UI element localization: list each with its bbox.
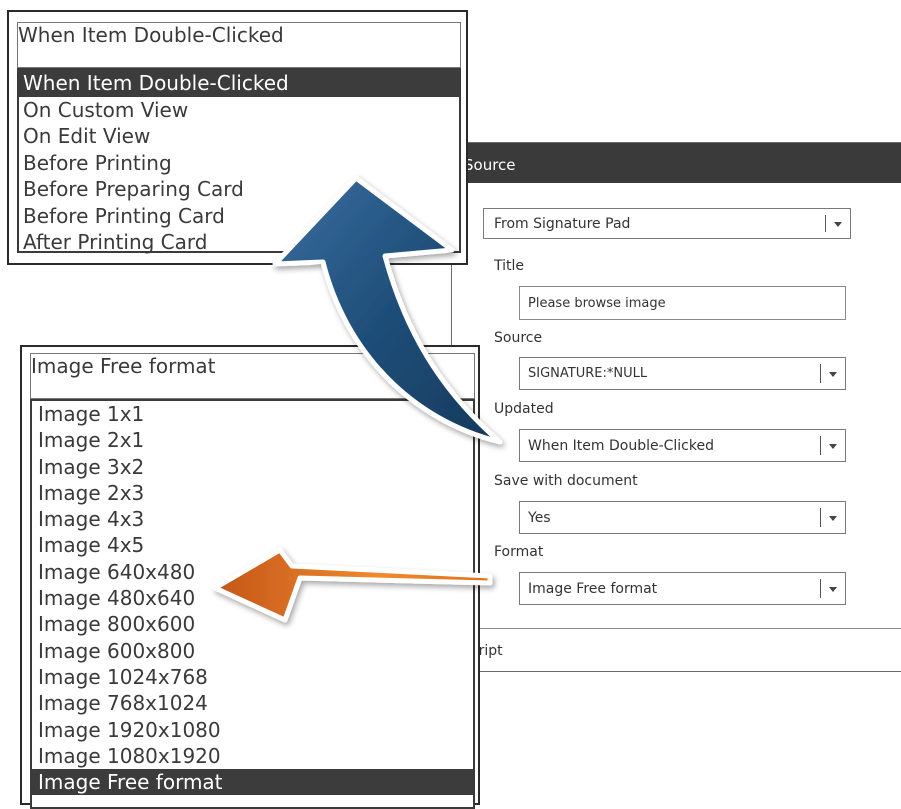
chevron-down-icon [829, 372, 837, 377]
source-value: SIGNATURE:*NULL [528, 366, 648, 381]
source-type-value: From Signature Pad [494, 215, 631, 232]
source-label: Source [494, 330, 543, 346]
dropdown-option[interactable]: Image 800x600 [32, 611, 473, 637]
format-dropdown-value: Image Free format [31, 354, 216, 378]
source-type-select[interactable]: From Signature Pad [483, 208, 851, 239]
dropdown-option[interactable]: Image 4x5 [32, 532, 473, 558]
updated-dropdown-value: When Item Double-Clicked [18, 23, 284, 47]
title-input[interactable]: Please browse image [519, 286, 846, 320]
dropdown-option[interactable]: After Printing Card [19, 229, 459, 256]
chevron-down-icon [829, 444, 837, 449]
dropdown-option[interactable]: Image 2x1 [32, 427, 473, 453]
updated-dropdown-callout: When Item Double-Clicked When Item Doubl… [7, 10, 468, 265]
panel-titlebar: Source [452, 143, 901, 183]
dropdown-option[interactable]: Image 2x3 [32, 480, 473, 506]
format-dropdown-list: Image 1x1 Image 2x1 Image 3x2 Image 2x3 … [30, 399, 475, 809]
save-label: Save with document [494, 473, 638, 489]
format-dropdown-callout: Image Free format Image 1x1 Image 2x1 Im… [20, 345, 480, 809]
dropdown-option[interactable]: Image 4x3 [32, 506, 473, 532]
dropdown-option[interactable]: Image 480x640 [32, 585, 473, 611]
select-separator [820, 436, 821, 455]
chevron-down-icon [829, 516, 837, 521]
updated-dropdown-list: When Item Double-Clicked On Custom View … [17, 68, 461, 256]
select-separator [820, 508, 821, 527]
updated-label: Updated [494, 401, 554, 417]
dropdown-option[interactable]: Before Printing [19, 150, 459, 177]
title-label: Title [494, 258, 525, 274]
save-value: Yes [528, 509, 551, 526]
select-separator [820, 364, 821, 383]
dropdown-option[interactable]: Image Free format [32, 769, 473, 796]
source-select[interactable]: SIGNATURE:*NULL [519, 357, 846, 390]
dropdown-option[interactable]: Image 1024x768 [32, 664, 473, 690]
updated-dropdown-select[interactable]: When Item Double-Clicked [17, 22, 461, 68]
dropdown-option[interactable]: Image 1920x1080 [32, 717, 473, 743]
select-separator [820, 579, 821, 598]
format-label: Format [494, 544, 544, 560]
format-select[interactable]: Image Free format [519, 572, 846, 605]
dropdown-option[interactable]: Image 640x480 [32, 559, 473, 585]
dropdown-option[interactable]: Image 768x1024 [32, 690, 473, 716]
select-separator [825, 214, 826, 233]
format-value: Image Free format [528, 580, 658, 597]
dropdown-option[interactable]: When Item Double-Clicked [19, 70, 459, 97]
dropdown-option[interactable]: Before Printing Card [19, 203, 459, 230]
dropdown-option[interactable]: Image 3x2 [32, 454, 473, 480]
dropdown-option[interactable]: Before Preparing Card [19, 176, 459, 203]
format-dropdown-select[interactable]: Image Free format [30, 353, 475, 399]
script-section[interactable]: Script [454, 628, 901, 671]
save-select[interactable]: Yes [519, 501, 846, 534]
updated-select[interactable]: When Item Double-Clicked [519, 429, 846, 462]
dropdown-option[interactable]: On Custom View [19, 97, 459, 124]
updated-value: When Item Double-Clicked [528, 437, 714, 454]
dropdown-option[interactable]: Image 1080x1920 [32, 743, 473, 769]
dropdown-option[interactable]: Image 600x800 [32, 638, 473, 664]
dropdown-option[interactable]: On Edit View [19, 123, 459, 150]
source-panel: Source From Signature Pad Title Please b… [451, 142, 901, 672]
chevron-down-icon [829, 587, 837, 592]
chevron-down-icon [834, 222, 842, 227]
dropdown-option[interactable]: Image 1x1 [32, 401, 473, 427]
